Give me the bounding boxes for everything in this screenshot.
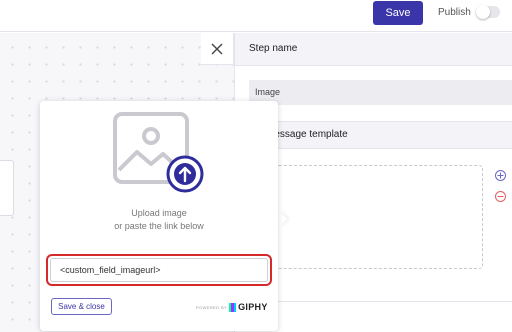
- image-upload-dropzone[interactable]: [113, 112, 207, 203]
- step-name-value: Image: [255, 87, 281, 97]
- upload-instructions: Upload image: [131, 208, 187, 218]
- toggle-knob: [476, 5, 490, 19]
- flow-node[interactable]: [0, 160, 14, 216]
- add-block-button[interactable]: [495, 170, 506, 181]
- step-name-input[interactable]: [249, 80, 512, 105]
- close-panel-button[interactable]: [201, 33, 234, 65]
- minus-icon: [497, 196, 504, 197]
- publish-toggle[interactable]: [476, 5, 500, 19]
- top-bar: Save Publish: [0, 0, 512, 32]
- upload-instructions-sub: or paste the link below: [114, 221, 204, 231]
- giphy-attribution: POWERED BY GIPHY: [196, 302, 268, 312]
- save-button[interactable]: Save: [373, 1, 423, 25]
- giphy-logo-icon: [229, 302, 237, 312]
- image-url-input[interactable]: [50, 258, 268, 282]
- close-icon: [211, 43, 223, 54]
- giphy-label: GIPHY: [238, 302, 268, 312]
- url-input-highlight: [46, 254, 272, 286]
- plus-icon: [497, 172, 504, 179]
- upload-arrow-icon[interactable]: [165, 154, 205, 194]
- save-and-close-button[interactable]: Save & close: [51, 298, 112, 315]
- remove-block-button[interactable]: [495, 191, 506, 202]
- image-upload-popup: Upload image or paste the link below Sav…: [40, 101, 278, 331]
- panel-title: Step name: [249, 43, 298, 54]
- message-drop-zone[interactable]: [275, 165, 483, 269]
- publish-label: Publish: [438, 7, 471, 18]
- powered-by-label: POWERED BY: [196, 304, 228, 310]
